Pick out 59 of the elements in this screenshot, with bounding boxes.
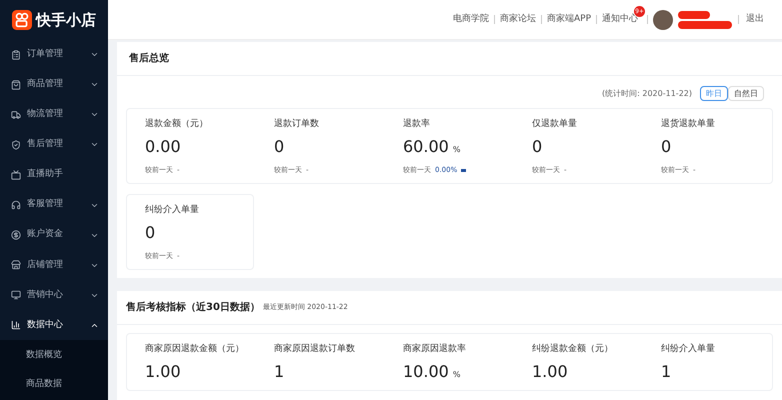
sidebar-item[interactable]: 物流管理 xyxy=(0,100,108,130)
header-link[interactable]: 电商学院 xyxy=(452,14,489,24)
sidebar-item[interactable]: 售后管理 xyxy=(0,130,108,160)
panel-title: 售后考核指标（近30日数据） xyxy=(126,300,260,315)
stat-value: 0.00 xyxy=(145,137,181,157)
sidebar-subitem[interactable]: 商品数据 xyxy=(0,370,108,400)
redacted-username xyxy=(678,10,732,28)
stat-value: 0 xyxy=(274,137,284,157)
stat-label: 退款金额（元） xyxy=(145,118,209,131)
stat-unit: % xyxy=(452,370,460,380)
truck-icon xyxy=(11,110,21,120)
stat-value: 10.00 xyxy=(403,362,449,382)
avatar[interactable] xyxy=(653,10,673,30)
stat-value: 0 xyxy=(145,223,156,243)
flat-trend-icon xyxy=(461,168,466,172)
stat-label: 仅退款单量 xyxy=(532,118,578,131)
sidebar-item[interactable]: 账户资金 xyxy=(0,220,108,250)
stat-value: 60.00 xyxy=(403,137,449,157)
stat-label: 纠纷退款金额（元） xyxy=(532,343,614,356)
sidebar-item[interactable]: 营销中心 xyxy=(0,280,108,310)
monitor-icon xyxy=(11,290,21,300)
stat-unit: % xyxy=(452,145,460,155)
stat-time: (统计时间: 2020-11-22) xyxy=(602,88,692,100)
panel-title: 售后总览 xyxy=(129,52,169,66)
stat-label: 纠纷介入单量 xyxy=(145,204,200,217)
coin-icon xyxy=(11,230,21,240)
header-link[interactable]: 商家端APP xyxy=(546,14,591,24)
stat-label: 商家原因退款订单数 xyxy=(274,343,356,356)
stat-label: 退款订单数 xyxy=(274,118,320,131)
range-tab[interactable]: 自然日 xyxy=(728,86,764,101)
screen-icon xyxy=(11,170,21,180)
sidebar-subitem[interactable]: 数据概览 xyxy=(0,340,108,370)
stat-value: 1 xyxy=(274,362,284,382)
chart-icon xyxy=(11,320,21,330)
header-link[interactable]: 商家论坛 xyxy=(500,14,536,24)
stat-label: 退货退款单量 xyxy=(661,118,716,131)
stat-value: 1 xyxy=(661,362,672,382)
sidebar-item[interactable]: 数据中心 xyxy=(0,310,108,340)
stat-label: 商家原因退款率 xyxy=(403,343,467,356)
logo-text: 快手小店 xyxy=(36,10,96,31)
stat-value: 0 xyxy=(661,137,672,157)
sidebar-item[interactable]: 直播助手 xyxy=(0,160,108,190)
sidebar-item[interactable]: 客服管理 xyxy=(0,190,108,220)
sidebar-item[interactable]: 商品管理 xyxy=(0,70,108,100)
sidebar-item[interactable]: 订单管理 xyxy=(0,40,108,70)
stat-label: 退款率 xyxy=(403,118,431,131)
stat-value: 0 xyxy=(532,137,542,157)
stat-label: 纠纷介入单量 xyxy=(661,343,716,356)
store-icon xyxy=(11,260,21,270)
sidebar-item[interactable]: 店铺管理 xyxy=(0,250,108,280)
headset-icon xyxy=(11,200,21,210)
logo-icon xyxy=(12,8,32,31)
clipboard-icon xyxy=(11,50,21,60)
shield-icon xyxy=(11,140,21,150)
stat-value: 1.00 xyxy=(145,362,181,382)
stat-label: 商家原因退款金额（元） xyxy=(145,343,238,356)
bag-icon xyxy=(11,80,21,90)
stat-value: 1.00 xyxy=(532,362,568,382)
logout-link[interactable]: 退出 xyxy=(746,12,764,26)
